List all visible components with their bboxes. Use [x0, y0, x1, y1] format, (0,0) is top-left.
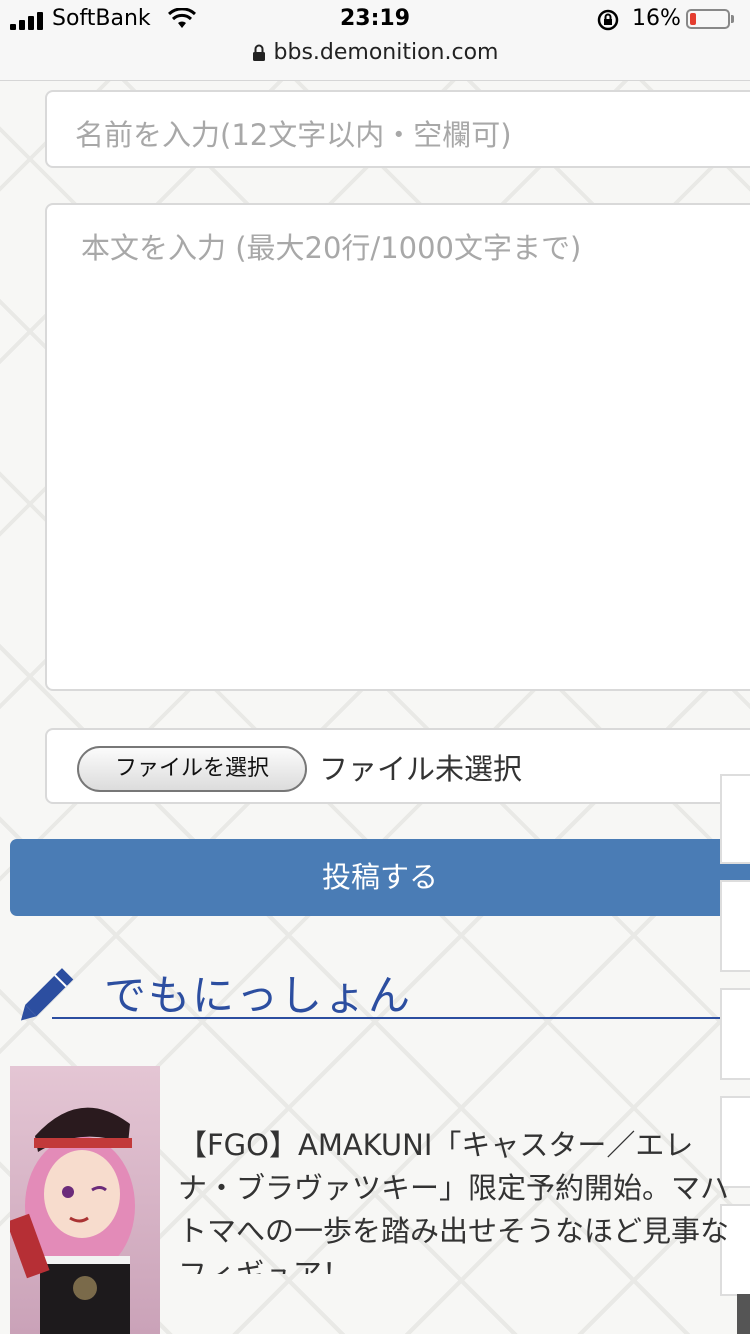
submit-button[interactable]: 投稿する — [10, 839, 750, 916]
rotation-lock-icon — [597, 9, 619, 31]
floating-side-button[interactable] — [720, 988, 750, 1080]
address-bar[interactable]: bbs.demonition.com — [0, 40, 750, 65]
url-text: bbs.demonition.com — [273, 40, 499, 65]
file-upload-field: ファイルを選択 ファイル未選択 — [45, 728, 750, 804]
floating-side-button[interactable] — [720, 880, 750, 972]
figure-illustration — [10, 1107, 135, 1334]
pencil-icon — [20, 968, 74, 1021]
name-input[interactable]: 名前を入力(12文字以内・空欄可) — [45, 90, 750, 168]
article-thumbnail[interactable] — [10, 1066, 160, 1334]
battery-level-fill — [690, 13, 696, 25]
status-bar: SoftBank 23:19 16% bbs.demonition.com — [0, 0, 750, 81]
section-title[interactable]: でもにっしょん — [104, 962, 412, 1023]
scrollbar[interactable] — [737, 1294, 750, 1334]
battery-percent: 16% — [632, 6, 681, 31]
body-textarea[interactable]: 本文を入力 (最大20行/1000文字まで) — [45, 203, 750, 691]
body-textarea-placeholder: 本文を入力 (最大20行/1000文字まで) — [81, 231, 582, 265]
section-underline — [52, 1017, 720, 1019]
choose-file-button[interactable]: ファイルを選択 — [77, 746, 307, 792]
floating-side-button[interactable] — [720, 774, 750, 864]
lock-icon — [252, 44, 265, 61]
battery-icon — [686, 9, 730, 29]
battery-tip — [731, 15, 734, 23]
name-input-placeholder: 名前を入力(12文字以内・空欄可) — [75, 118, 512, 152]
file-status: ファイル未選択 — [319, 752, 523, 786]
article-title-link[interactable]: 【FGO】AMAKUNI「キャスター／エレナ・ブラヴァツキー」限定予約開始。マハ… — [178, 1124, 738, 1274]
